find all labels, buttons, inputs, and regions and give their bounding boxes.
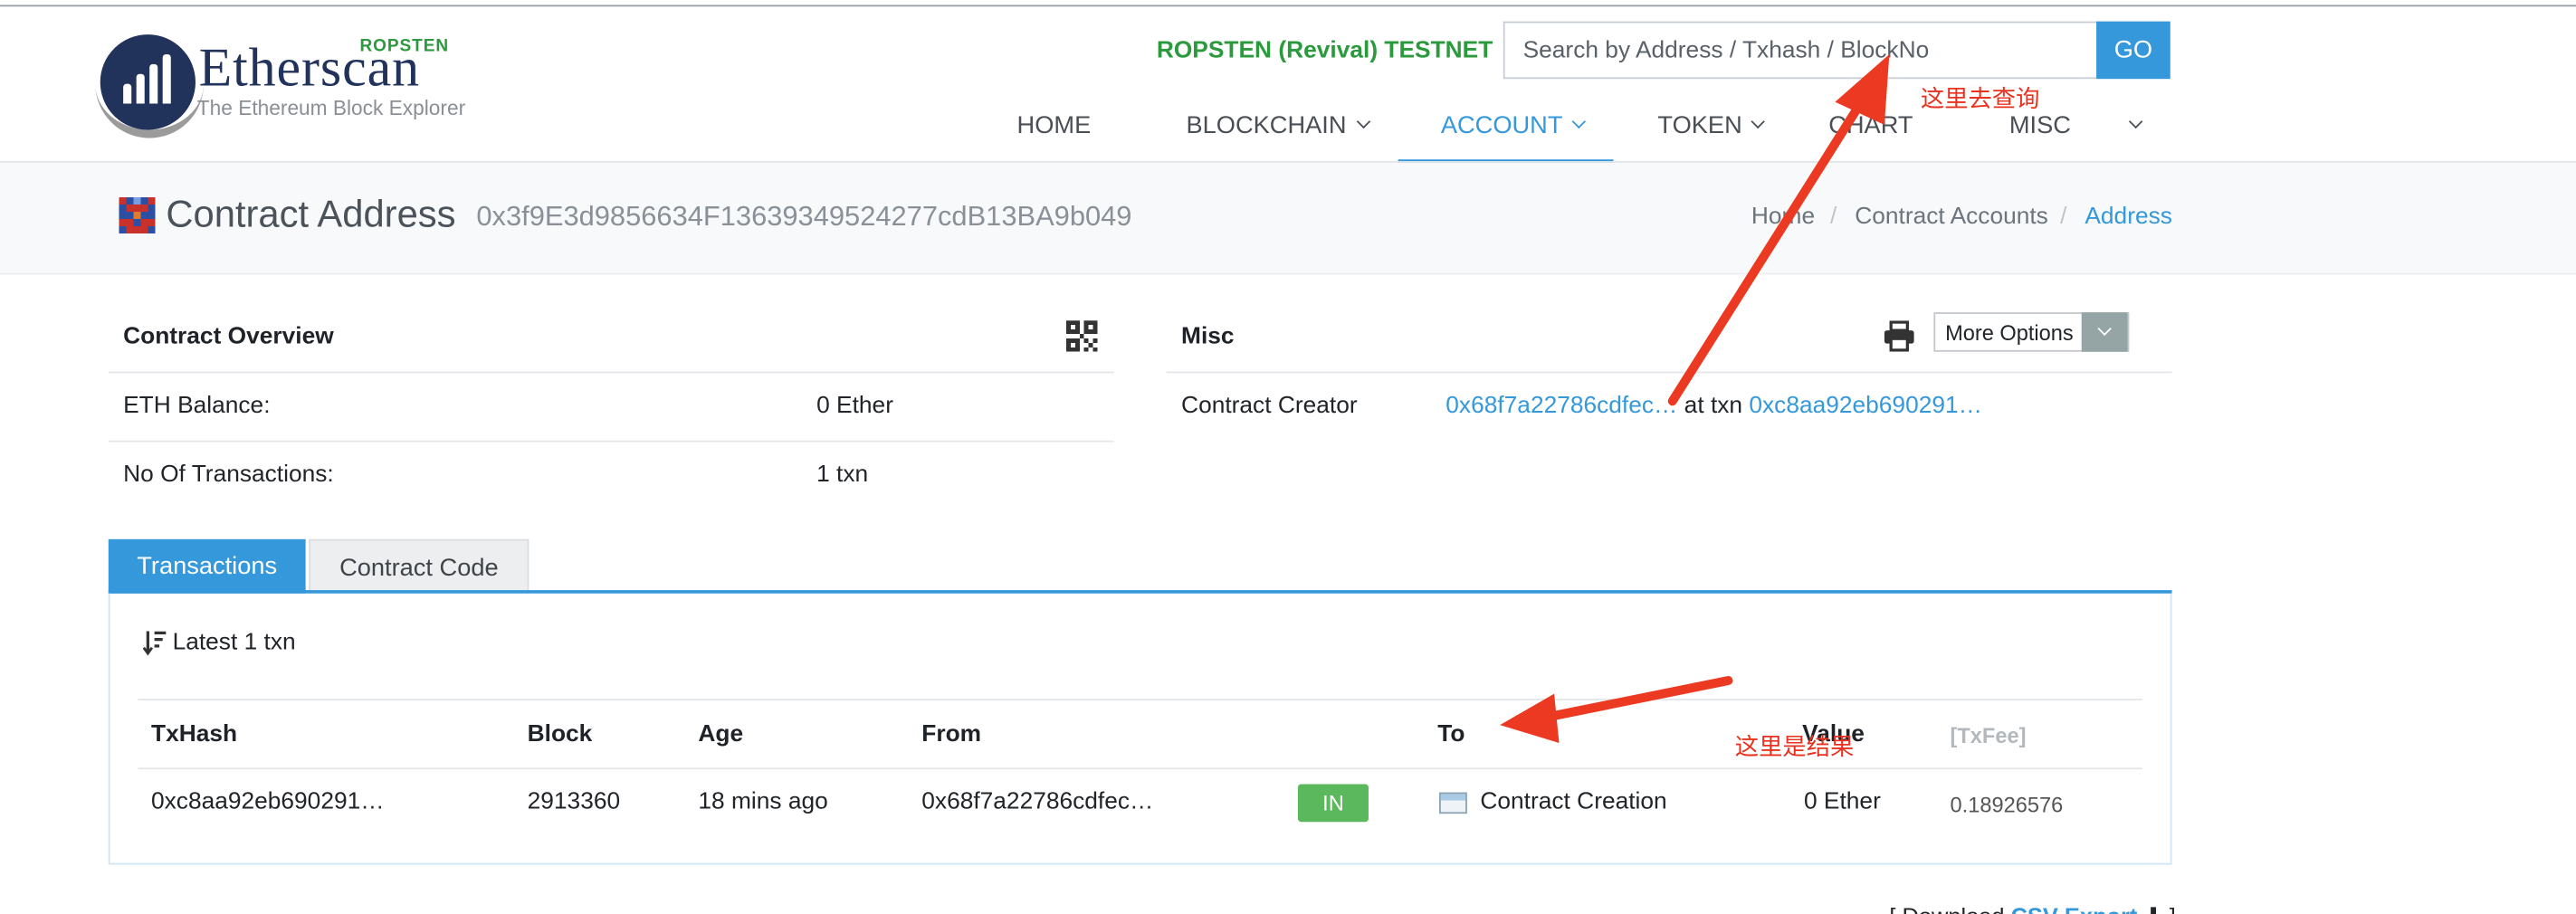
etherscan-page: Etherscan The Ethereum Block Explorer RO… [0,0,2576,914]
annotation-search-note: 这里去查询 [1920,87,2040,114]
annotation-overlay [1500,53,1890,744]
annotation-result-note: 这里是结果 [1734,734,1855,762]
annotation-arrow-search [1667,53,1890,406]
annotation-arrow-result [1500,676,1733,744]
